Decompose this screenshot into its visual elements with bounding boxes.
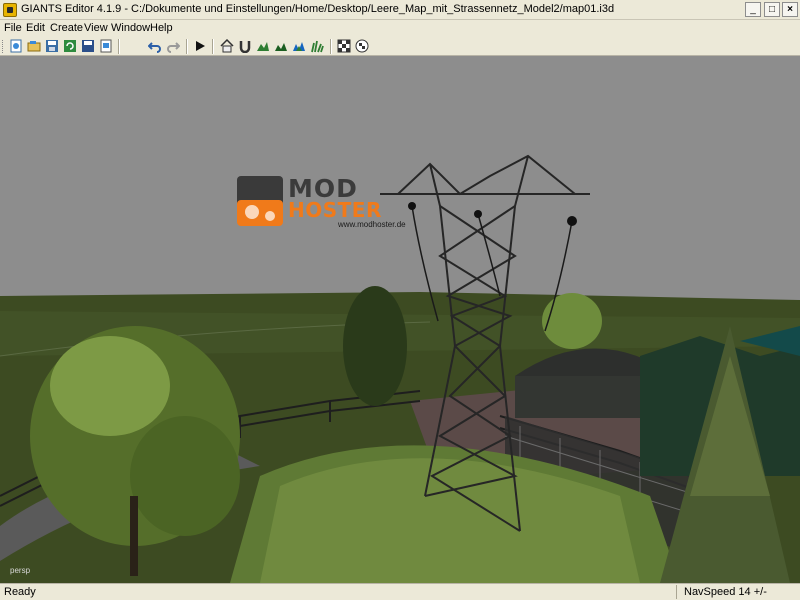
3d-viewport[interactable]: MOD HOSTER www.modhoster.de persp bbox=[0, 56, 800, 583]
grass-icon[interactable] bbox=[310, 39, 324, 53]
open-file-icon[interactable] bbox=[27, 39, 41, 53]
undo-icon[interactable] bbox=[148, 39, 162, 53]
foliage-paint-icon[interactable] bbox=[292, 39, 306, 53]
refresh-icon[interactable] bbox=[63, 39, 77, 53]
toolbar-separator bbox=[330, 39, 332, 54]
modhoster-watermark bbox=[237, 176, 283, 226]
play-icon[interactable] bbox=[193, 39, 207, 53]
save-as-icon[interactable] bbox=[81, 39, 95, 53]
minimize-button[interactable]: _ bbox=[745, 2, 761, 17]
new-file-icon[interactable] bbox=[9, 39, 23, 53]
import-icon[interactable] bbox=[99, 39, 113, 53]
camera-label: persp bbox=[10, 566, 31, 575]
magnet-icon[interactable] bbox=[238, 39, 252, 53]
toolbar-separator bbox=[212, 39, 214, 54]
redo-icon[interactable] bbox=[166, 39, 180, 53]
save-icon[interactable] bbox=[45, 39, 59, 53]
checker-target-icon[interactable] bbox=[355, 39, 369, 53]
navspeed-readout: NavSpeed 14 +/- bbox=[684, 586, 767, 598]
menu-bar: File Edit Create View Window Help bbox=[0, 20, 800, 37]
app-icon bbox=[3, 3, 17, 17]
title-bar: GIANTS Editor 4.1.9 - C:/Dokumente und E… bbox=[0, 0, 800, 20]
menu-create[interactable]: Create bbox=[50, 22, 83, 34]
menu-window[interactable]: Window bbox=[111, 22, 150, 34]
watermark-url-text: www.modhoster.de bbox=[338, 220, 406, 229]
toolbar-separator bbox=[186, 39, 188, 54]
toolbar-separator bbox=[118, 39, 120, 54]
menu-help[interactable]: Help bbox=[150, 22, 173, 34]
home-icon[interactable] bbox=[220, 39, 234, 53]
toolbar-grip[interactable] bbox=[2, 40, 6, 53]
menu-edit[interactable]: Edit bbox=[26, 22, 45, 34]
menu-file[interactable]: File bbox=[4, 22, 22, 34]
watermark-hoster-text: HOSTER bbox=[288, 198, 382, 222]
close-button[interactable]: × bbox=[782, 2, 798, 17]
scene-render bbox=[0, 56, 800, 583]
terrain-sculpt-icon[interactable] bbox=[256, 39, 270, 53]
status-divider bbox=[676, 585, 677, 599]
status-text: Ready bbox=[4, 586, 36, 598]
toolbar bbox=[0, 37, 800, 56]
maximize-button[interactable]: □ bbox=[764, 2, 780, 17]
window-title: GIANTS Editor 4.1.9 - C:/Dokumente und E… bbox=[21, 3, 615, 15]
terrain-paint-icon[interactable] bbox=[274, 39, 288, 53]
checker-icon[interactable] bbox=[337, 39, 351, 53]
status-bar: Ready NavSpeed 14 +/- bbox=[0, 583, 800, 600]
menu-view[interactable]: View bbox=[84, 22, 108, 34]
